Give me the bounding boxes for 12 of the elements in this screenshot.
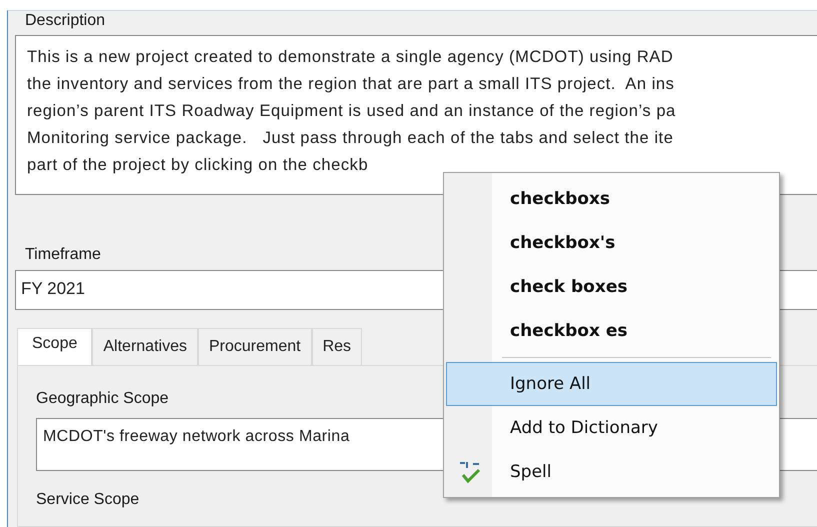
menu-item[interactable]: Ignore All bbox=[446, 362, 777, 406]
geographic-scope-label: Geographic Scope bbox=[36, 390, 169, 408]
service-scope-label: Service Scope bbox=[36, 491, 140, 509]
suggestion-item[interactable]: checkbox es bbox=[446, 309, 777, 353]
spell-check-icon bbox=[459, 460, 481, 484]
suggestion-item[interactable]: checkbox's bbox=[446, 221, 777, 265]
tab[interactable]: Res bbox=[312, 328, 362, 365]
tab[interactable]: Scope bbox=[17, 328, 92, 365]
tab[interactable]: Procurement bbox=[198, 328, 312, 365]
description-label: Description bbox=[24, 11, 106, 30]
timeframe-label: Timeframe bbox=[24, 245, 101, 264]
tab[interactable]: Alternatives bbox=[92, 328, 198, 365]
